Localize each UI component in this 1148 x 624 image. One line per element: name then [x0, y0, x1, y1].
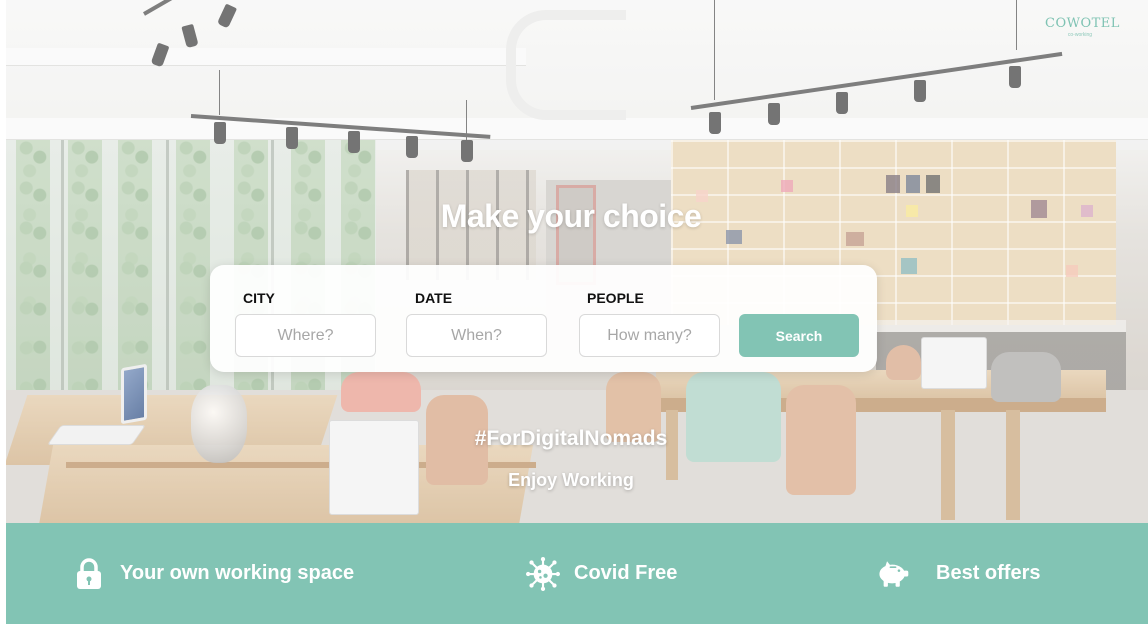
feature-label: Covid Free — [574, 562, 678, 584]
hero-headline: Make your choice — [440, 198, 702, 234]
city-input[interactable] — [235, 314, 376, 357]
search-button[interactable]: Search — [739, 314, 859, 357]
feature-best-offers: Best offers — [876, 523, 1040, 624]
piggy-bank-icon — [876, 557, 910, 591]
date-input[interactable] — [406, 314, 547, 357]
brand-logo[interactable]: COWOTEL co-working — [1045, 16, 1120, 38]
city-label: CITY — [243, 290, 275, 306]
lock-icon — [72, 557, 106, 591]
feature-label: Your own working space — [120, 562, 355, 584]
feature-covid-free: Covid Free — [526, 523, 677, 624]
feature-bar: Your own working space Covid Free Best o… — [6, 523, 1148, 624]
virus-icon — [526, 556, 560, 591]
hashtag-text: #ForDigitalNomads — [474, 427, 668, 450]
search-form: CITY DATE PEOPLE Search — [210, 265, 877, 372]
date-label: DATE — [415, 290, 453, 306]
feature-working-space: Your own working space — [72, 523, 354, 624]
brand-name: COWOTEL — [1045, 16, 1120, 31]
subline-text: Enjoy Working — [508, 470, 634, 490]
people-input[interactable] — [579, 314, 720, 357]
feature-label: Best offers — [936, 562, 1041, 584]
brand-tagline: co-working — [1067, 32, 1093, 38]
people-label: PEOPLE — [587, 290, 644, 306]
